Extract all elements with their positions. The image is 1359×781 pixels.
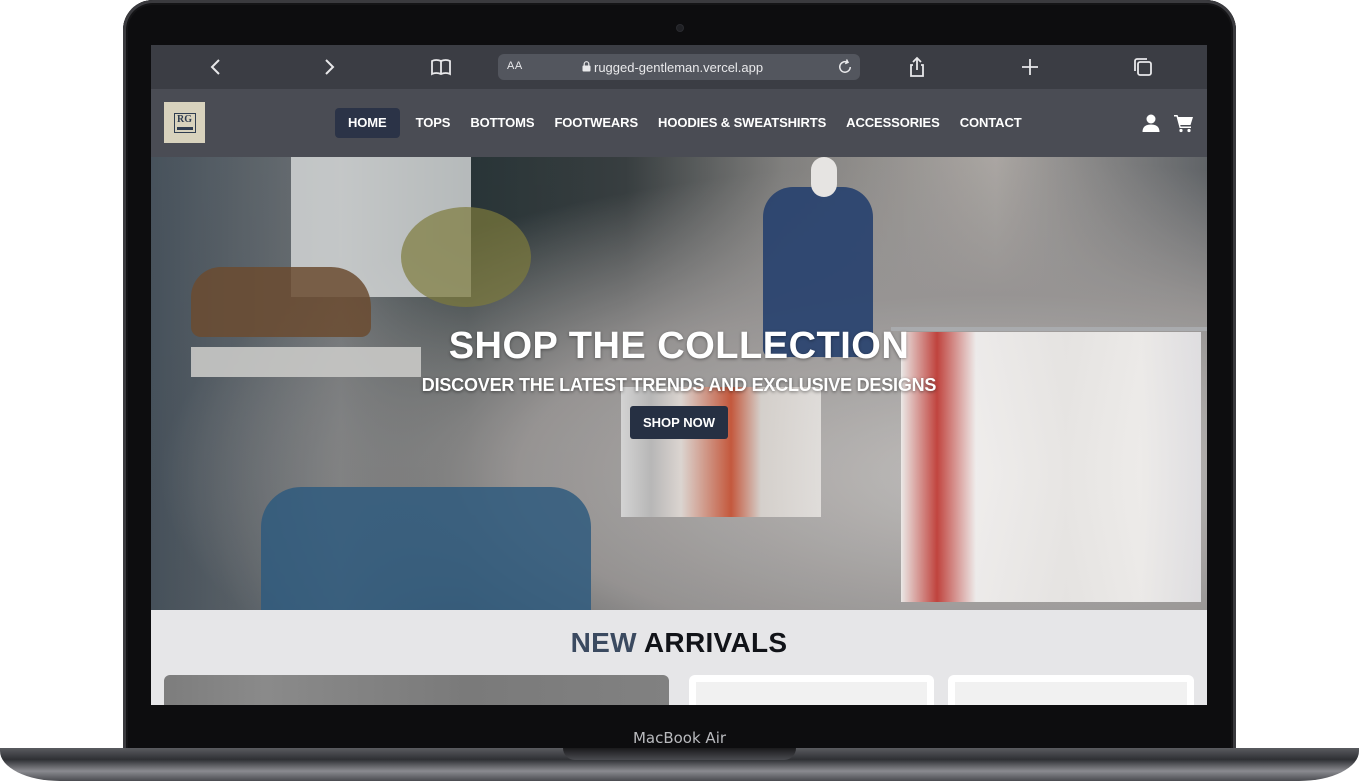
product-image (955, 682, 1187, 705)
product-card[interactable] (164, 675, 669, 705)
lock-icon (582, 61, 591, 72)
url-text: rugged-gentleman.vercel.app (594, 60, 764, 75)
hero-photo-mannequin-head (811, 157, 837, 197)
nav-item-contact[interactable]: CONTACT (950, 108, 1032, 138)
share-icon[interactable] (905, 55, 929, 79)
address-bar[interactable]: AA rugged-gentleman.vercel.app (498, 54, 860, 80)
nav-item-tops[interactable]: TOPS (406, 108, 461, 138)
product-card[interactable] (689, 675, 934, 705)
section-title: NEW ARRIVALS (151, 627, 1207, 659)
camera-icon (677, 25, 683, 31)
shop-now-button[interactable]: SHOP NOW (630, 406, 728, 439)
nav-item-hoodies-sweatshirts[interactable]: HOODIES & SWEATSHIRTS (648, 108, 836, 138)
product-image (696, 682, 927, 705)
hero-subtitle: DISCOVER THE LATEST TRENDS AND EXCLUSIVE… (421, 375, 937, 395)
main-nav: HOME TOPS BOTTOMS FOOTWEARS HOODIES & SW… (335, 108, 1032, 138)
hero-photo-blue-shirt (261, 487, 591, 610)
laptop-base-notch (563, 748, 796, 760)
cart-icon[interactable] (1174, 113, 1194, 133)
product-card[interactable] (948, 675, 1194, 705)
logo-mark: RG (173, 112, 196, 133)
forward-icon[interactable] (317, 55, 341, 79)
site-header: RG HOME TOPS BOTTOMS FOOTWEARS HOODIES &… (151, 89, 1207, 157)
nav-item-home[interactable]: HOME (335, 108, 400, 138)
hero-photo-plant (401, 207, 531, 307)
new-tab-icon[interactable] (1018, 55, 1042, 79)
section-title-word1: NEW (570, 627, 637, 658)
site-logo[interactable]: RG (164, 102, 205, 143)
back-icon[interactable] (204, 55, 228, 79)
nav-item-bottoms[interactable]: BOTTOMS (460, 108, 544, 138)
text-size-button[interactable]: AA (507, 60, 523, 72)
nav-item-accessories[interactable]: ACCESSORIES (836, 108, 950, 138)
hero-title: SHOP THE COLLECTION (448, 325, 910, 367)
reload-icon[interactable] (836, 58, 854, 76)
nav-item-footwears[interactable]: FOOTWEARS (544, 108, 648, 138)
hero-photo-rack-right (901, 332, 1201, 602)
bookmarks-icon[interactable] (429, 55, 453, 79)
screen: AA rugged-gentleman.vercel.app RG HOME T… (151, 45, 1207, 705)
browser-toolbar: AA rugged-gentleman.vercel.app (151, 45, 1207, 89)
tabs-icon[interactable] (1131, 55, 1155, 79)
hero-banner: SHOP THE COLLECTION DISCOVER THE LATEST … (151, 157, 1207, 610)
section-title-word2: ARRIVALS (643, 627, 788, 658)
user-icon[interactable] (1141, 113, 1161, 133)
device-label: MacBook Air (632, 729, 727, 747)
